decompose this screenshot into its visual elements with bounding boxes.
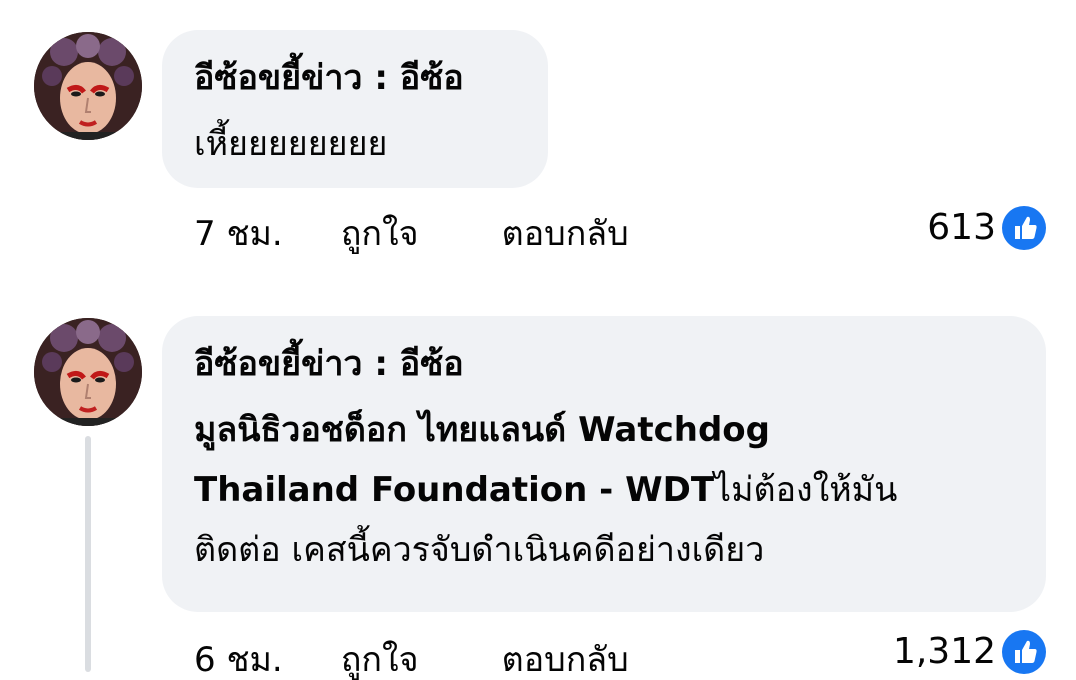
mention-link[interactable]: Thailand Foundation - WDT: [194, 470, 714, 510]
comment: อีซ้อขยี้ข่าว : อีซ้อ เหี้ยยยยยยยย 7 ชม.…: [0, 0, 1076, 280]
like-button[interactable]: ถูกใจ: [341, 214, 491, 254]
avatar[interactable]: [34, 318, 142, 426]
comment-text-fragment: ไม่ต้องให้มัน: [714, 470, 898, 510]
comment-bubble: อีซ้อขยี้ข่าว : อีซ้อ เหี้ยยยยยยยย: [162, 30, 548, 188]
comment-text-line: ติดต่อ เคสนี้ควรจับดำเนินคดีอย่างเดียว: [194, 530, 765, 570]
comment-text: มูลนิธิวอชด็อก ไทยแลนด์ Watchdog Thailan…: [194, 400, 1034, 580]
comment-bubble: อีซ้อขยี้ข่าว : อีซ้อ มูลนิธิวอชด็อก ไทย…: [162, 316, 1046, 612]
reaction-summary[interactable]: 613: [927, 206, 1046, 250]
avatar[interactable]: [34, 32, 142, 140]
like-button[interactable]: ถูกใจ: [341, 640, 491, 680]
comment-actions: 6 ชม. ถูกใจ ตอบกลับ: [194, 640, 629, 680]
avatar-image: [34, 32, 142, 140]
reaction-count: 1,312: [892, 631, 996, 672]
comment-actions: 7 ชม. ถูกใจ ตอบกลับ: [194, 214, 629, 254]
comment-timestamp[interactable]: 6 ชม.: [194, 640, 330, 680]
mention-link[interactable]: มูลนิธิวอชด็อก ไทยแลนด์ Watchdog: [194, 410, 770, 450]
comment-text: เหี้ยยยยยยยย: [194, 124, 388, 164]
comment-author[interactable]: อีซ้อขยี้ข่าว : อีซ้อ: [194, 58, 464, 98]
like-icon: [1002, 630, 1046, 674]
reply-button[interactable]: ตอบกลับ: [502, 214, 629, 254]
comment-text-line: มูลนิธิวอชด็อก ไทยแลนด์ Watchdog: [194, 400, 1034, 460]
comment-author[interactable]: อีซ้อขยี้ข่าว : อีซ้อ: [194, 344, 464, 384]
reply-button[interactable]: ตอบกลับ: [502, 640, 629, 680]
comment: อีซ้อขยี้ข่าว : อีซ้อ มูลนิธิวอชด็อก ไทย…: [0, 300, 1076, 680]
like-icon: [1002, 206, 1046, 250]
avatar-image: [34, 318, 142, 426]
reaction-summary[interactable]: 1,312: [893, 630, 1046, 674]
comment-timestamp[interactable]: 7 ชม.: [194, 214, 330, 254]
comment-text-line: Thailand Foundation - WDTไม่ต้องให้มัน: [194, 460, 1034, 520]
reaction-count: 613: [927, 207, 996, 248]
